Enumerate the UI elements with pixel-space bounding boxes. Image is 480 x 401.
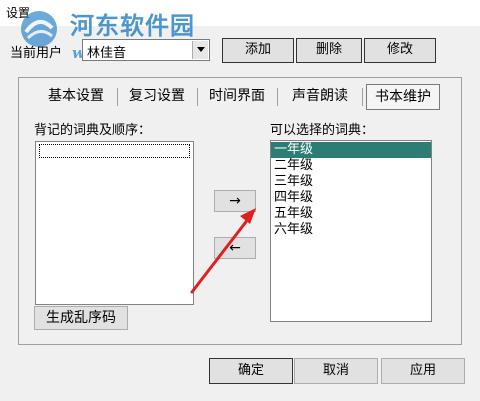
cancel-button[interactable]: 取消 [294, 358, 378, 384]
apply-button[interactable]: 应用 [381, 358, 465, 384]
ok-button[interactable]: 确定 [209, 358, 293, 384]
annotation-arrow-icon [190, 208, 256, 294]
